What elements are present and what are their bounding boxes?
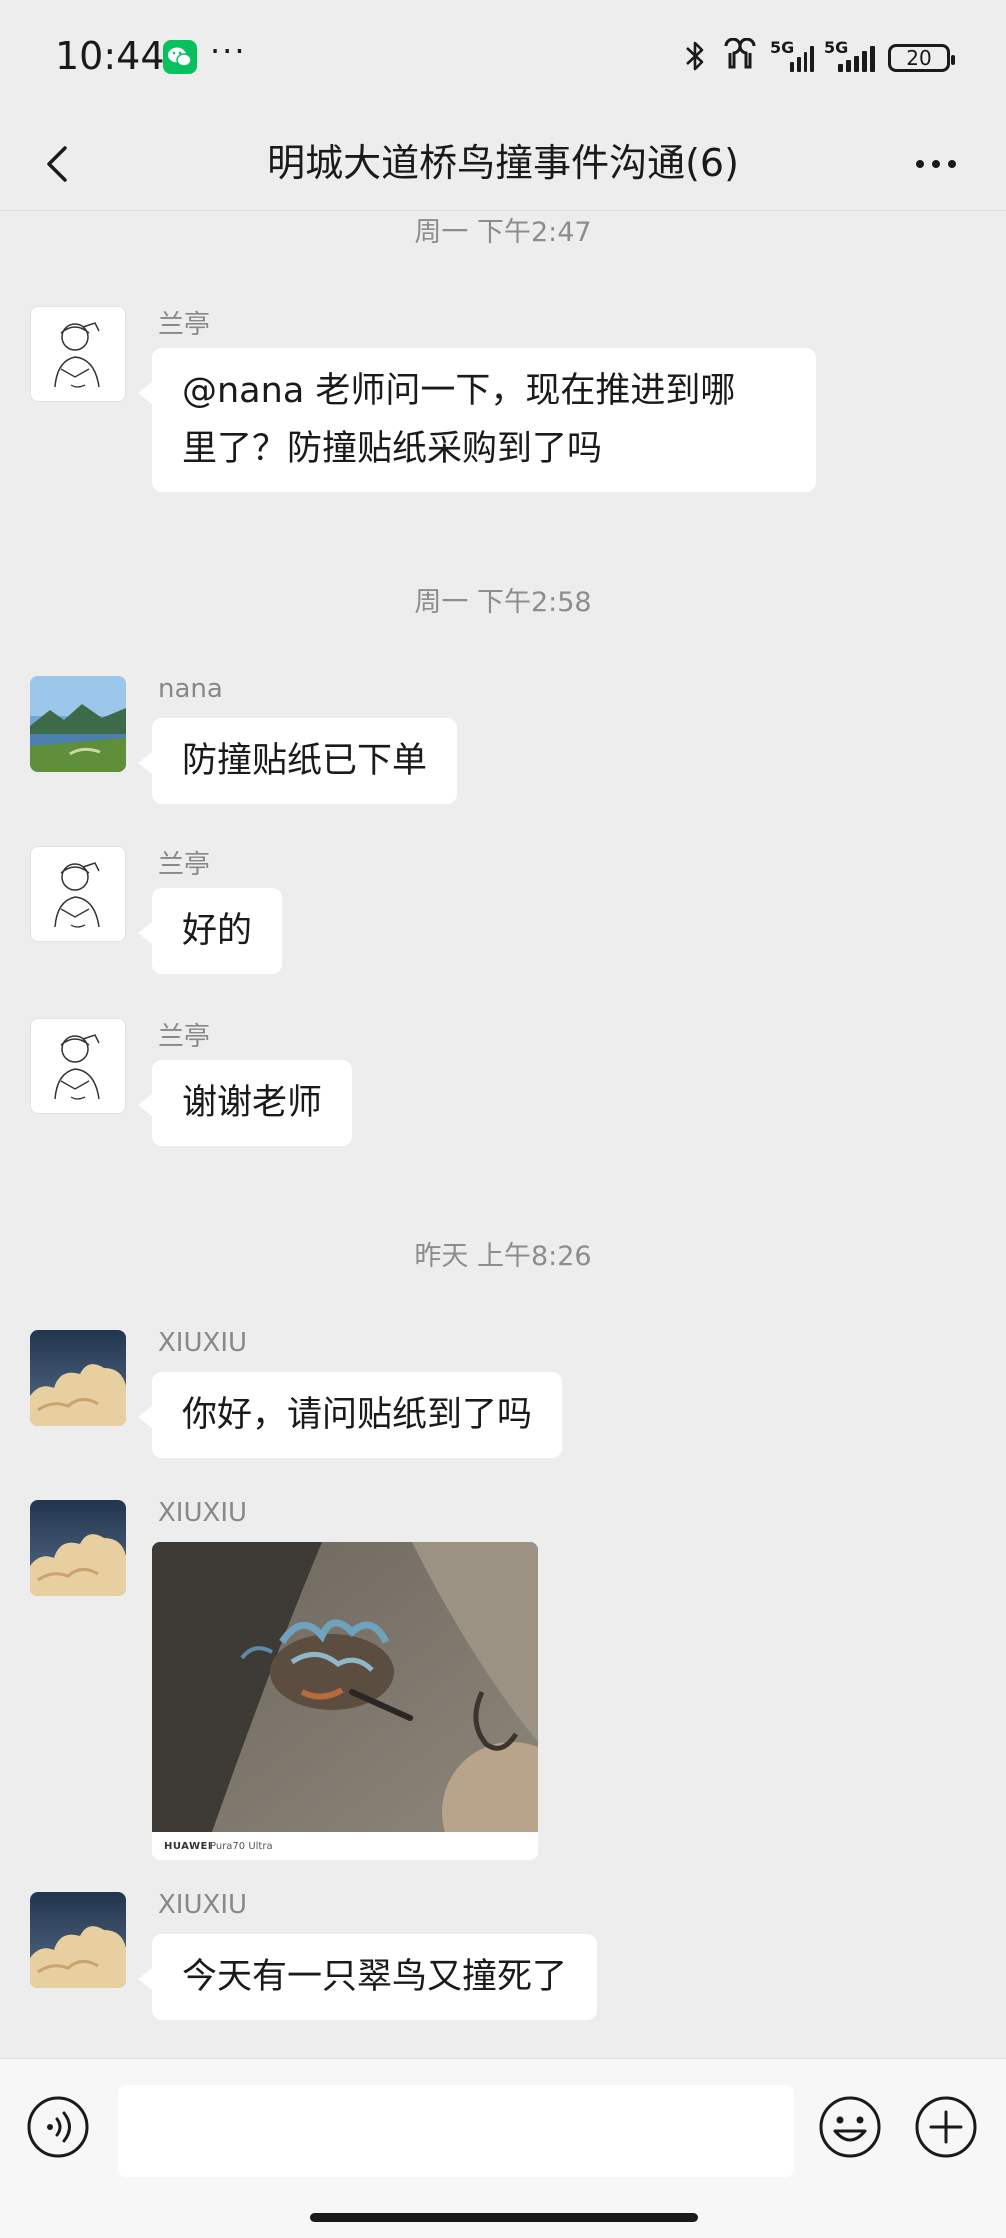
- message-text: 里了？防撞贴纸采购到了吗: [182, 429, 603, 469]
- avatar[interactable]: [30, 306, 126, 402]
- message-bubble[interactable]: 今天有一只翠鸟又撞死了: [137, 1934, 598, 2020]
- avatar[interactable]: [30, 676, 126, 772]
- plus-icon: [915, 2096, 977, 2158]
- avatar[interactable]: [30, 1330, 126, 1426]
- sender-name: nana: [158, 674, 223, 704]
- chat-input-bar: [0, 2058, 1006, 2238]
- message-text: 防撞贴纸已下单: [182, 741, 428, 781]
- more-horizontal-icon: [916, 160, 956, 168]
- message-list[interactable]: 周一 下午2:47 兰亭 @nana 老师问一下，现在推进到哪 里了？防撞贴纸采…: [0, 210, 1006, 2058]
- message-text: 你好，请问贴纸到了吗: [182, 1395, 533, 1435]
- cellular-signal-icon: 5G: [770, 38, 814, 72]
- message-bubble[interactable]: 好的: [137, 888, 283, 974]
- sender-name: 兰亭: [158, 310, 211, 340]
- sender-name: 兰亭: [158, 1022, 211, 1052]
- avatar[interactable]: [30, 1892, 126, 1988]
- emoji-icon: [819, 2096, 881, 2158]
- sender-name: 兰亭: [158, 850, 211, 880]
- message-text: 谢谢老师: [182, 1083, 323, 1123]
- more-actions-button[interactable]: [914, 2095, 978, 2159]
- chat-header: 明城大道桥鸟撞事件沟通(6): [0, 118, 1006, 211]
- sender-name: XIUXIU: [158, 1890, 248, 1920]
- message-photo[interactable]: HUAWEI Pura70 Ultra: [152, 1542, 538, 1860]
- sender-name: XIUXIU: [158, 1328, 248, 1358]
- message-bubble[interactable]: 防撞贴纸已下单: [137, 718, 458, 804]
- voice-icon: [27, 2096, 89, 2158]
- message-timestamp: 周一 下午2:47: [414, 217, 592, 248]
- message-text: @nana 老师问一下，现在推进到哪: [182, 371, 736, 411]
- photo-model: Pura70 Ultra: [210, 1841, 273, 1852]
- photo-watermark: HUAWEI Pura70 Ultra: [152, 1832, 538, 1860]
- photo-brand: HUAWEI: [164, 1841, 213, 1852]
- status-bar: 10:44 ··· 5G 5G 20: [0, 0, 1006, 118]
- emoji-button[interactable]: [818, 2095, 882, 2159]
- status-more-dots: ···: [210, 32, 247, 70]
- chat-title: 明城大道桥鸟撞事件沟通(6): [267, 141, 739, 185]
- message-bubble[interactable]: 谢谢老师: [137, 1060, 353, 1146]
- wechat-icon: [163, 40, 197, 74]
- earbuds-icon: [720, 37, 760, 78]
- message-text: 好的: [182, 911, 253, 951]
- avatar[interactable]: [30, 846, 126, 942]
- message-bubble[interactable]: 你好，请问贴纸到了吗: [137, 1372, 563, 1458]
- message-bubble[interactable]: @nana 老师问一下，现在推进到哪 里了？防撞贴纸采购到了吗: [138, 348, 816, 492]
- avatar[interactable]: [30, 1500, 126, 1596]
- home-indicator[interactable]: [310, 2213, 698, 2222]
- more-button[interactable]: [906, 134, 966, 194]
- message-timestamp: 昨天 上午8:26: [414, 1241, 592, 1272]
- status-time: 10:44: [55, 34, 165, 78]
- message-timestamp: 周一 下午2:58: [414, 587, 592, 618]
- chat-screen: 10:44 ··· 5G 5G 20 明城大道桥鸟撞事件沟通(6) 周一 下午2…: [0, 0, 1006, 2238]
- status-indicators: 5G 5G 20: [680, 37, 955, 78]
- battery-icon: 20: [888, 44, 955, 72]
- voice-button[interactable]: [26, 2095, 90, 2159]
- cellular-signal-icon: 5G: [824, 38, 878, 72]
- dead-kingfisher-photo: [152, 1542, 538, 1860]
- message-input[interactable]: [118, 2085, 794, 2177]
- message-text: 今天有一只翠鸟又撞死了: [182, 1957, 568, 1997]
- sender-name: XIUXIU: [158, 1498, 248, 1528]
- avatar[interactable]: [30, 1018, 126, 1114]
- bluetooth-icon: [680, 38, 710, 78]
